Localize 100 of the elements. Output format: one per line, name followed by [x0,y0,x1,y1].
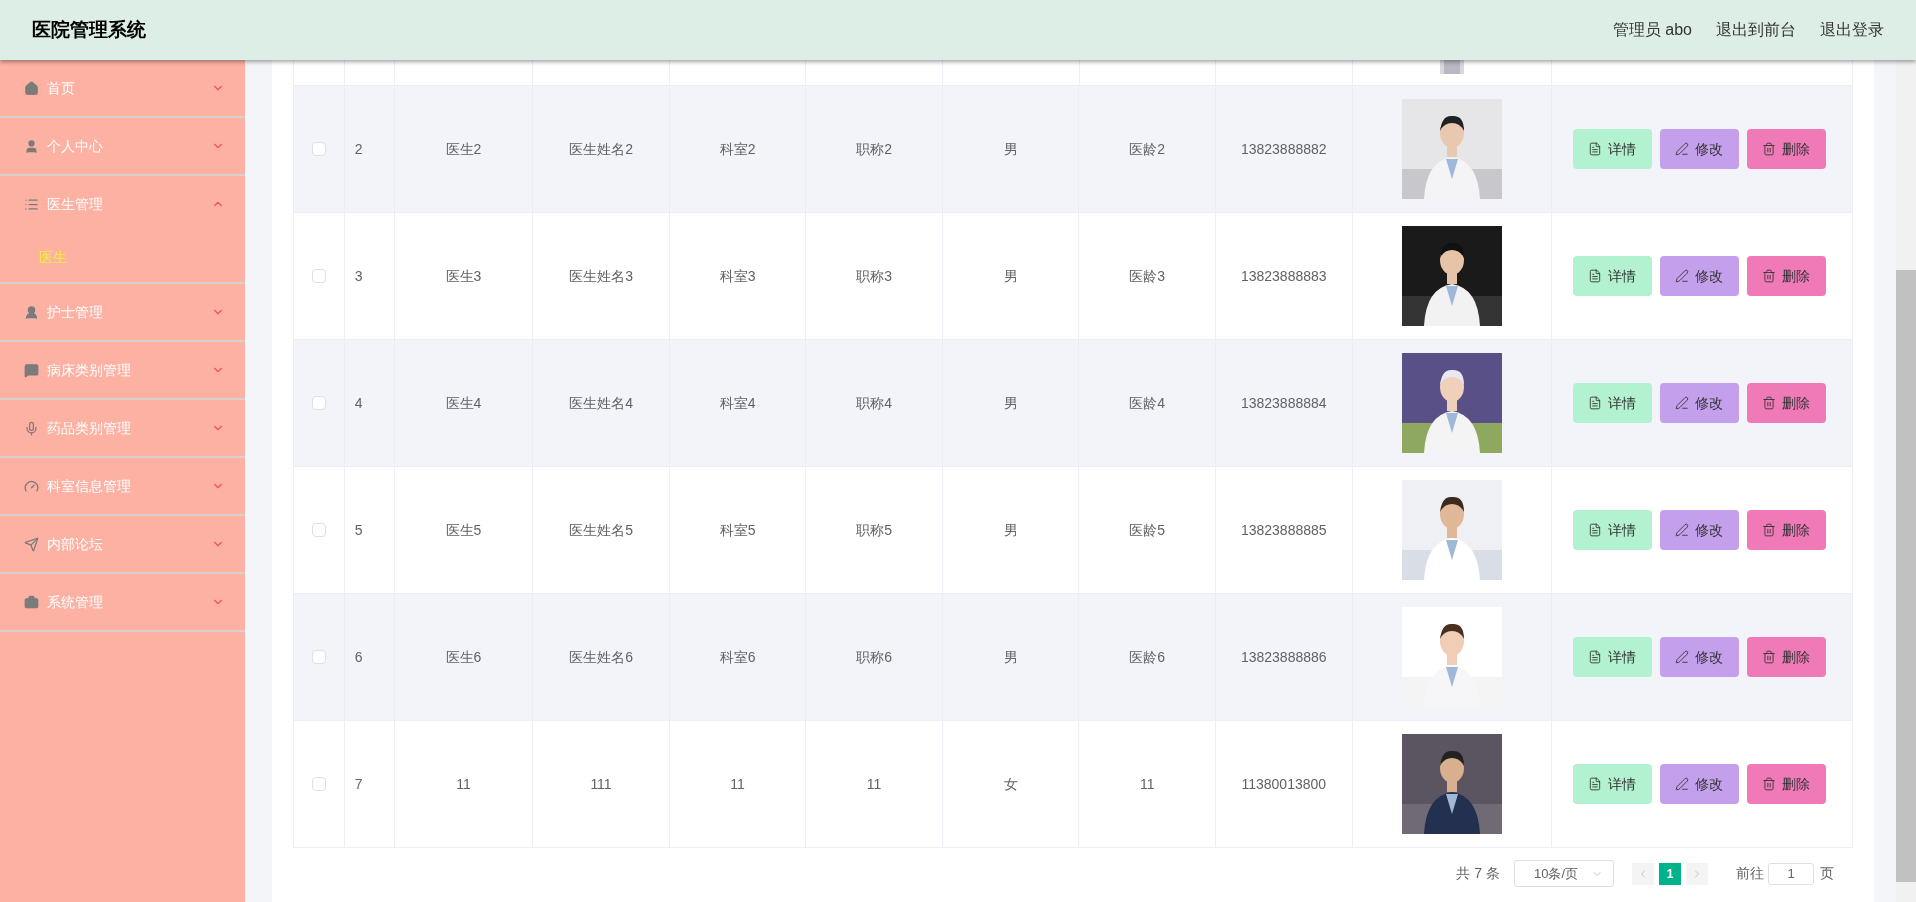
document-icon [1588,142,1603,156]
table-cell-text: 11 [456,774,471,794]
table-cell-text: 女 [1003,774,1018,794]
table-cell-text: 医生姓名2 [569,139,633,159]
table-cell-text: 13823888882 [1240,139,1327,159]
chat-icon [24,362,39,378]
delete-button[interactable]: 删除 [1746,256,1826,296]
microphone-icon [24,420,39,436]
table-cell-text: 科室5 [719,520,756,540]
page-suffix: 页 [1820,864,1834,883]
table-cell-text: 11380013800 [1241,774,1327,794]
edit-button[interactable]: 修改 [1659,510,1739,550]
person-icon [24,304,39,320]
total-count: 共 7 条 [1456,864,1500,883]
table-cell-text: 111 [590,774,612,794]
trash-icon [1762,777,1777,791]
table-cell-text: 5 [354,520,363,540]
table-cell-text: 医龄2 [1129,139,1166,159]
table-cell-text: 11 [730,774,745,794]
table-cell-text: 男 [1003,266,1018,286]
trash-icon [1762,269,1777,283]
briefcase-icon [24,594,39,610]
page-button[interactable]: 1 [1659,862,1681,885]
edit-button[interactable]: 修改 [1659,637,1739,677]
pen-icon [1675,650,1690,664]
table-cell-text: 科室2 [719,139,756,159]
details-button[interactable]: 详情 [1572,764,1652,804]
delete-button[interactable]: 删除 [1746,637,1826,677]
gauge-icon [24,478,39,494]
trash-icon [1762,650,1777,664]
table-cell-text: 医生姓名6 [569,647,633,667]
table-cell-text: 男 [1003,520,1018,540]
details-button[interactable]: 详情 [1572,637,1652,677]
table-cell-text: 男 [1003,647,1018,667]
delete-button[interactable]: 删除 [1746,383,1826,423]
document-icon [1588,777,1603,791]
table-cell-text: 职称6 [856,647,892,667]
row-checkbox[interactable] [311,396,326,410]
table-cell-text: 医生姓名3 [569,266,633,286]
delete-button[interactable]: 删除 [1746,510,1826,550]
row-checkbox[interactable] [311,142,326,156]
pen-icon [1675,523,1690,537]
table-cell-text: 医生6 [445,647,482,667]
details-button[interactable]: 详情 [1572,510,1652,550]
row-checkbox[interactable] [311,777,326,791]
trash-icon [1762,396,1777,410]
edit-button[interactable]: 修改 [1659,383,1739,423]
document-icon [1588,396,1603,410]
row-checkbox[interactable] [311,269,326,283]
table-cell-text: 科室4 [719,393,756,413]
edit-button[interactable]: 修改 [1659,129,1739,169]
table-cell-text: 7 [354,774,363,794]
table-cell-text: 职称2 [856,139,892,159]
table-cell-text: 职称4 [856,393,892,413]
goto-label: 前往 [1736,864,1764,883]
table-cell-text: 11 [1139,774,1155,794]
table-cell-text: 科室6 [719,647,756,667]
table-cell-text: 13823888885 [1240,520,1327,540]
table-cell-text: 13823888883 [1240,266,1327,286]
page-input[interactable]: 1 [1768,862,1814,885]
home-icon [24,80,39,96]
next-page-button[interactable] [1686,862,1708,885]
table-cell-text: 职称5 [856,520,892,540]
details-button[interactable]: 详情 [1572,129,1652,169]
details-button[interactable]: 详情 [1572,256,1652,296]
pen-icon [1675,396,1690,410]
edit-button[interactable]: 修改 [1659,256,1739,296]
delete-button[interactable]: 删除 [1746,129,1826,169]
details-button[interactable]: 详情 [1572,383,1652,423]
table-cell-text: 11 [866,774,882,794]
table-cell-text: 科室3 [719,266,756,286]
table-cell-text: 3 [354,266,363,286]
table-cell-text: 男 [1003,139,1018,159]
pen-icon [1675,142,1690,156]
table-cell-text: 医生姓名5 [569,520,633,540]
trash-icon [1762,523,1777,537]
document-icon [1588,650,1603,664]
user-icon [24,138,39,154]
trash-icon [1762,142,1777,156]
pen-icon [1675,777,1690,791]
app-title: 医院管理系统 [32,17,146,42]
table-cell-text: 医生5 [445,520,482,540]
header-link[interactable]: 退出到前台 [1716,18,1796,42]
table-cell-text: 13823888884 [1240,393,1327,413]
table-cell-text: 医生4 [445,393,482,413]
row-checkbox[interactable] [311,650,326,664]
paper-plane-icon [24,536,39,552]
table-cell-text: 2 [354,139,363,159]
table-cell-text: 医生姓名4 [569,393,633,413]
page-size-select[interactable]: 10条/页 [1514,860,1614,887]
row-checkbox[interactable] [311,523,326,537]
edit-button[interactable]: 修改 [1659,764,1739,804]
table-cell-text: 医龄6 [1129,647,1166,667]
user-label: 管理员 abo [1612,20,1692,40]
prev-page-button[interactable] [1632,862,1654,885]
table-cell-text: 6 [354,647,363,667]
header-link[interactable]: 退出登录 [1820,18,1884,42]
delete-button[interactable]: 删除 [1746,764,1826,804]
pen-icon [1675,269,1690,283]
table-cell-text: 4 [354,393,363,413]
